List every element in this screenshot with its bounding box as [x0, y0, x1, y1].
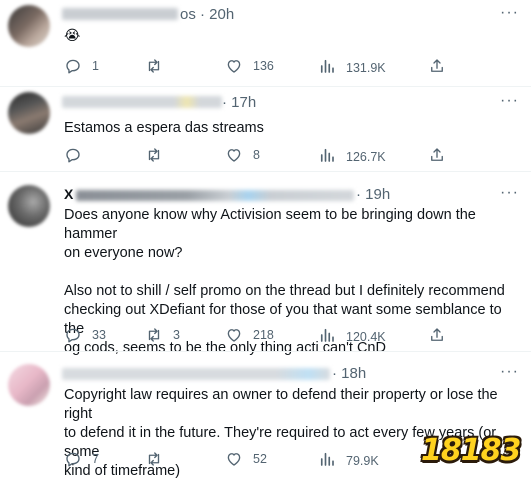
share-icon: [431, 148, 443, 161]
views-count: 120.4K: [346, 329, 386, 344]
username-redacted: [76, 190, 354, 201]
tweet-time[interactable]: os · 20h: [180, 6, 234, 23]
tweet-text: Estamos a espera das streams: [64, 120, 264, 136]
tweet-1[interactable]: os · 20h 😭 ··· 1 136 131.9K: [0, 0, 531, 86]
heart-icon: [227, 329, 241, 342]
retweet-icon: [148, 59, 160, 73]
more-options-icon[interactable]: ···: [500, 363, 519, 381]
share-button[interactable]: [428, 146, 446, 164]
reply-button[interactable]: 33: [64, 326, 106, 344]
heart-icon: [227, 60, 241, 73]
views-button[interactable]: 120.4K: [318, 326, 386, 347]
more-options-icon[interactable]: ···: [500, 4, 519, 22]
reply-count: 1: [92, 59, 99, 73]
views-icon: [320, 328, 334, 342]
share-icon: [431, 59, 443, 72]
tweet-3[interactable]: X · 19h Does anyone know why Activision …: [0, 172, 531, 356]
tweet-time[interactable]: · 18h: [332, 365, 366, 382]
avatar[interactable]: [8, 5, 50, 47]
views-button[interactable]: 131.9K: [318, 57, 386, 78]
like-count: 8: [253, 148, 260, 162]
views-count: 79.9K: [346, 453, 379, 468]
tweet-time[interactable]: · 17h: [222, 94, 256, 111]
views-count: 126.7K: [346, 149, 386, 164]
retweet-icon: [148, 148, 160, 162]
display-name-fragment: X: [64, 186, 74, 202]
avatar[interactable]: [8, 185, 50, 227]
share-button[interactable]: [428, 57, 446, 75]
reply-button[interactable]: [64, 146, 92, 164]
more-options-icon[interactable]: ···: [500, 92, 519, 110]
tweet-actions: 1 136 131.9K: [0, 57, 531, 77]
views-button[interactable]: 79.9K: [318, 450, 379, 471]
username-redacted: [62, 8, 178, 20]
more-options-icon[interactable]: ···: [500, 184, 519, 202]
share-icon: [431, 328, 443, 341]
share-button[interactable]: [428, 326, 446, 344]
reply-icon: [66, 148, 80, 163]
retweet-icon: [148, 328, 160, 342]
crying-emoji: 😭: [64, 27, 81, 43]
like-button[interactable]: 8: [225, 146, 260, 164]
retweet-button[interactable]: [145, 450, 173, 468]
views-icon: [320, 148, 334, 162]
views-icon: [320, 452, 334, 466]
reply-icon: [66, 59, 80, 74]
tweet-actions: 8 126.7K: [0, 146, 531, 166]
like-count: 52: [253, 452, 267, 466]
reply-count: 7: [92, 452, 99, 466]
reply-icon: [66, 328, 80, 343]
tweet-2[interactable]: · 17h Estamos a espera das streams ··· 8…: [0, 87, 531, 170]
tweet-time[interactable]: · 19h: [356, 186, 390, 203]
retweet-icon: [148, 452, 160, 466]
like-button[interactable]: 136: [225, 57, 274, 75]
like-count: 218: [253, 328, 274, 342]
username-redacted: [62, 368, 330, 380]
retweet-count: 3: [173, 328, 180, 342]
watermark-text: 18183: [421, 433, 521, 468]
reply-button[interactable]: 1: [64, 57, 99, 75]
reply-count: 33: [92, 328, 106, 342]
views-count: 131.9K: [346, 60, 386, 75]
heart-icon: [227, 149, 241, 162]
tweet-actions: 33 3 218 120.4K: [0, 326, 531, 346]
views-button[interactable]: 126.7K: [318, 146, 386, 167]
avatar[interactable]: [8, 364, 50, 406]
like-button[interactable]: 52: [225, 450, 267, 468]
retweet-button[interactable]: 3: [145, 326, 180, 344]
retweet-button[interactable]: [145, 146, 173, 164]
site-watermark-logo: 18183: [415, 427, 523, 475]
reply-button[interactable]: 7: [64, 450, 99, 468]
views-icon: [320, 59, 334, 73]
avatar[interactable]: [8, 92, 50, 134]
heart-icon: [227, 453, 241, 466]
retweet-button[interactable]: [145, 57, 173, 75]
like-count: 136: [253, 59, 274, 73]
reply-icon: [66, 452, 80, 467]
username-redacted: [62, 96, 222, 108]
like-button[interactable]: 218: [225, 326, 274, 344]
